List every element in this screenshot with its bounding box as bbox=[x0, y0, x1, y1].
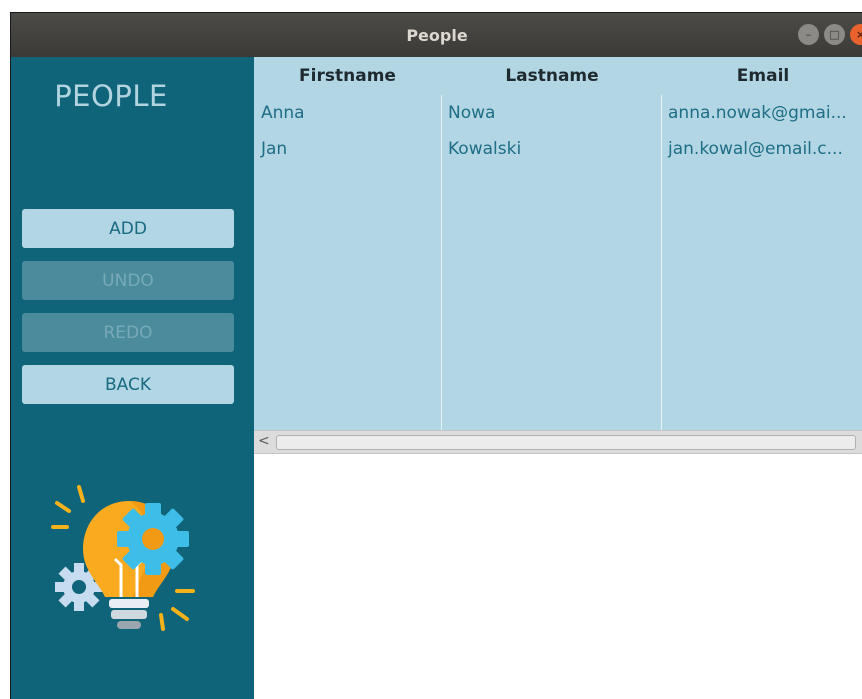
column-header-email[interactable]: Email bbox=[663, 66, 862, 86]
column-header-firstname[interactable]: Firstname bbox=[254, 66, 441, 86]
redo-button[interactable]: REDO bbox=[22, 313, 234, 352]
back-button[interactable]: BACK bbox=[22, 365, 234, 404]
scrollbar-thumb[interactable] bbox=[276, 435, 856, 450]
cell-firstname: Anna bbox=[261, 103, 305, 123]
maximize-icon[interactable]: □ bbox=[824, 24, 845, 45]
sidebar-heading: PEOPLE bbox=[54, 79, 168, 113]
cell-firstname: Jan bbox=[261, 139, 288, 159]
column-divider bbox=[661, 95, 662, 430]
lightbulb-gears-icon bbox=[51, 485, 195, 631]
close-icon[interactable]: × bbox=[850, 24, 862, 45]
cell-email: jan.kowal@email.c... bbox=[668, 139, 843, 159]
cell-lastname: Nowa bbox=[448, 103, 496, 123]
window-title: People bbox=[406, 25, 468, 45]
cell-lastname: Kowalski bbox=[448, 139, 522, 159]
sidebar: PEOPLE ADD UNDO REDO BACK bbox=[11, 57, 254, 699]
minimize-icon[interactable]: – bbox=[798, 24, 819, 45]
content-area bbox=[254, 454, 862, 699]
app-window: People – □ × PEOPLE ADD UNDO REDO BACK bbox=[10, 12, 862, 699]
undo-button[interactable]: UNDO bbox=[22, 261, 234, 300]
cell-email: anna.nowak@gmai... bbox=[668, 103, 847, 123]
add-button[interactable]: ADD bbox=[22, 209, 234, 248]
horizontal-scrollbar[interactable]: < bbox=[254, 430, 862, 454]
scroll-left-icon[interactable]: < bbox=[258, 433, 270, 449]
column-header-lastname[interactable]: Lastname bbox=[442, 66, 662, 86]
table-header: Firstname Lastname Email bbox=[254, 57, 862, 95]
window-controls: – □ × bbox=[798, 24, 862, 45]
column-divider bbox=[441, 95, 442, 430]
title-bar[interactable]: People – □ × bbox=[11, 13, 862, 57]
people-table: Firstname Lastname Email Anna Nowa anna.… bbox=[254, 57, 862, 430]
